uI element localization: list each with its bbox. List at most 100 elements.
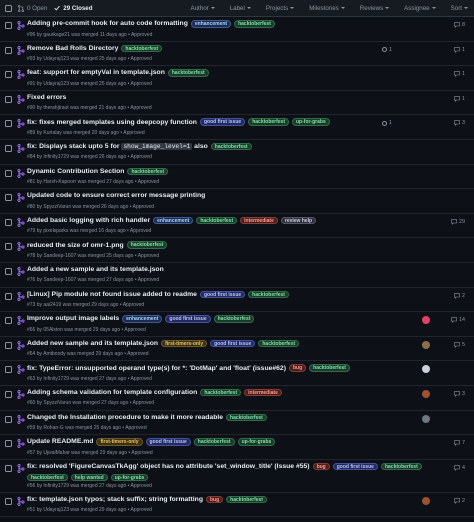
label-bug[interactable]: bug <box>288 364 307 372</box>
filter-label[interactable]: Label <box>230 5 251 12</box>
row-checkbox[interactable] <box>5 267 12 275</box>
pull-request-row[interactable]: Improve output image labels enhancement go… <box>0 312 474 337</box>
label-enhancement[interactable]: enhancement <box>122 315 163 323</box>
pr-title-link[interactable]: Added new sample and its template.json <box>27 340 158 347</box>
comment-count[interactable]: 2 <box>454 293 465 299</box>
pr-title-link[interactable]: Improve output image labels <box>27 315 119 322</box>
comment-count[interactable]: 1 <box>454 47 465 53</box>
pr-title-link[interactable]: feat: support for emptyVal in template.j… <box>27 69 165 76</box>
pr-title-link[interactable]: Changed the Installation procedure to ma… <box>27 414 223 421</box>
label-hacktoberfest[interactable]: hacktoberfest <box>126 241 168 249</box>
assignee-avatar[interactable] <box>422 365 430 374</box>
row-checkbox[interactable] <box>5 415 12 423</box>
label-help-wanted[interactable]: help wanted <box>70 473 108 482</box>
pr-title-link[interactable]: fix: resolved 'FigureCanvasTkAgg' object… <box>27 463 310 470</box>
pull-request-row[interactable]: Added a new sample and its template.json… <box>0 263 474 288</box>
pull-request-row[interactable]: Adding pre-commit hook for auto code for… <box>0 17 474 42</box>
label-hacktoberfest[interactable]: hacktoberfest <box>226 495 267 504</box>
label-good-first-issue[interactable]: good first issue <box>199 118 246 126</box>
comment-count[interactable]: 4 <box>454 465 465 471</box>
pull-request-row[interactable]: Fixed errors #90 by therahjtraut was merg… <box>0 91 474 116</box>
pull-request-row[interactable]: Remove Bad Rolls Directory hacktoberfest #… <box>0 42 474 67</box>
row-checkbox[interactable] <box>5 218 12 226</box>
label-intermediate[interactable]: intermediate <box>244 388 282 397</box>
comment-count[interactable]: 14 <box>451 317 465 323</box>
label-hacktoberfest[interactable]: hacktoberfest <box>200 388 242 397</box>
label-good-first-issue[interactable]: good first issue <box>145 438 191 446</box>
filter-reviews[interactable]: Reviews <box>360 5 389 12</box>
filter-author[interactable]: Author <box>190 5 214 12</box>
pr-title-link[interactable]: fix: TypeError: unsupported operand type… <box>27 365 286 372</box>
pr-title-link[interactable]: Updated code to ensure correct error mes… <box>27 192 205 199</box>
row-checkbox[interactable] <box>5 120 12 128</box>
row-checkbox[interactable] <box>5 46 12 54</box>
assignee-avatar[interactable] <box>422 389 430 398</box>
comment-count[interactable]: 1 <box>454 71 465 77</box>
pull-request-row[interactable]: feat: support for emptyVal in template.j… <box>0 66 474 91</box>
comment-count[interactable]: 3 <box>454 120 465 126</box>
row-checkbox[interactable] <box>5 144 12 152</box>
row-checkbox[interactable] <box>5 464 12 472</box>
pr-title-link[interactable]: Update README.md <box>27 438 93 445</box>
label-hacktoberfest[interactable]: hacktoberfest <box>234 20 275 28</box>
label-hacktoberfest[interactable]: hacktoberfest <box>193 438 235 446</box>
label-good-first-issue[interactable]: good first issue <box>210 339 256 348</box>
comment-count[interactable]: 2 <box>454 498 465 504</box>
select-all-checkbox[interactable] <box>5 4 12 12</box>
linked-issue-count[interactable]: 1 <box>382 120 392 126</box>
row-checkbox[interactable] <box>5 194 12 202</box>
pull-request-row[interactable]: Update README.md first-timers-only good fi… <box>0 435 474 460</box>
row-checkbox[interactable] <box>5 71 12 79</box>
closed-tab[interactable]: 29 Closed <box>54 5 93 12</box>
pull-request-row[interactable]: fix: TypeError: unsupported operand type… <box>0 361 474 386</box>
pr-title-link[interactable]: fix: Displays stack upto 5 for show_imag… <box>27 143 208 151</box>
label-first-timers-only[interactable]: first-timers-only <box>161 339 208 348</box>
label-good-first-issue[interactable]: good first issue <box>332 462 378 471</box>
label-hacktoberfest[interactable]: hacktoberfest <box>213 315 255 323</box>
comment-count[interactable]: 5 <box>454 342 465 348</box>
filter-milestones[interactable]: Milestones <box>309 5 345 12</box>
label-up-for-grabs[interactable]: up-for-grabs <box>237 438 276 446</box>
pull-request-row[interactable]: fix: template.json typos; stack suffix; … <box>0 493 474 518</box>
pr-title-link[interactable]: [Linux] Pip module not found issue added… <box>27 291 197 298</box>
pr-title-link[interactable]: fix: fixes merged templates using deepco… <box>27 119 197 126</box>
linked-issue-count[interactable]: 1 <box>382 47 392 53</box>
row-checkbox[interactable] <box>5 366 12 374</box>
row-checkbox[interactable] <box>5 341 12 349</box>
pull-request-row[interactable]: Adding schema validation for template co… <box>0 386 474 411</box>
label-review-help[interactable]: review help <box>280 216 317 225</box>
pr-title-link[interactable]: Adding pre-commit hook for auto code for… <box>27 20 188 27</box>
label-hacktoberfest[interactable]: hacktoberfest <box>380 462 422 471</box>
row-checkbox[interactable] <box>5 243 12 251</box>
comment-count[interactable]: 29 <box>451 219 465 225</box>
pr-title-link[interactable]: Added basic logging with rich handler <box>27 217 150 224</box>
pr-title-link[interactable]: reduced the size of omr-1.png <box>27 242 124 249</box>
filter-projects[interactable]: Projects <box>266 5 294 12</box>
pull-request-row[interactable]: Dynamic Contribution Section hacktoberfes… <box>0 165 474 190</box>
label-hacktoberfest[interactable]: hacktoberfest <box>210 142 252 151</box>
label-first-timers-only[interactable]: first-timers-only <box>96 438 143 446</box>
label-intermediate[interactable]: intermediate <box>240 216 278 225</box>
row-checkbox[interactable] <box>5 169 12 177</box>
comment-count[interactable]: 3 <box>454 391 465 397</box>
comment-count[interactable]: 8 <box>454 22 465 28</box>
row-checkbox[interactable] <box>5 317 12 325</box>
pr-title-link[interactable]: Added a new sample and its template.json <box>27 266 164 273</box>
pr-title-link[interactable]: Adding schema validation for template co… <box>27 389 197 396</box>
pull-request-row[interactable]: fix: Displays stack upto 5 for show_imag… <box>0 140 474 165</box>
label-hacktoberfest[interactable]: hacktoberfest <box>226 413 267 421</box>
comment-count[interactable]: 1 <box>454 96 465 102</box>
pull-request-row[interactable]: Changed the Installation procedure to ma… <box>0 411 474 436</box>
pull-request-row[interactable]: Added new sample and its template.json fi… <box>0 337 474 362</box>
row-checkbox[interactable] <box>5 22 12 29</box>
filter-sort[interactable]: Sort <box>451 5 468 12</box>
assignee-avatar[interactable] <box>422 496 430 505</box>
assignee-avatar[interactable] <box>422 316 430 325</box>
row-checkbox[interactable] <box>5 440 12 448</box>
label-hacktoberfest[interactable]: hacktoberfest <box>258 339 300 348</box>
row-checkbox[interactable] <box>5 95 12 103</box>
pull-request-row[interactable]: fix: resolved 'FigureCanvasTkAgg' object… <box>0 460 474 493</box>
row-checkbox[interactable] <box>5 292 12 300</box>
label-hacktoberfest[interactable]: hacktoberfest <box>309 364 350 372</box>
label-hacktoberfest[interactable]: hacktoberfest <box>27 473 68 482</box>
